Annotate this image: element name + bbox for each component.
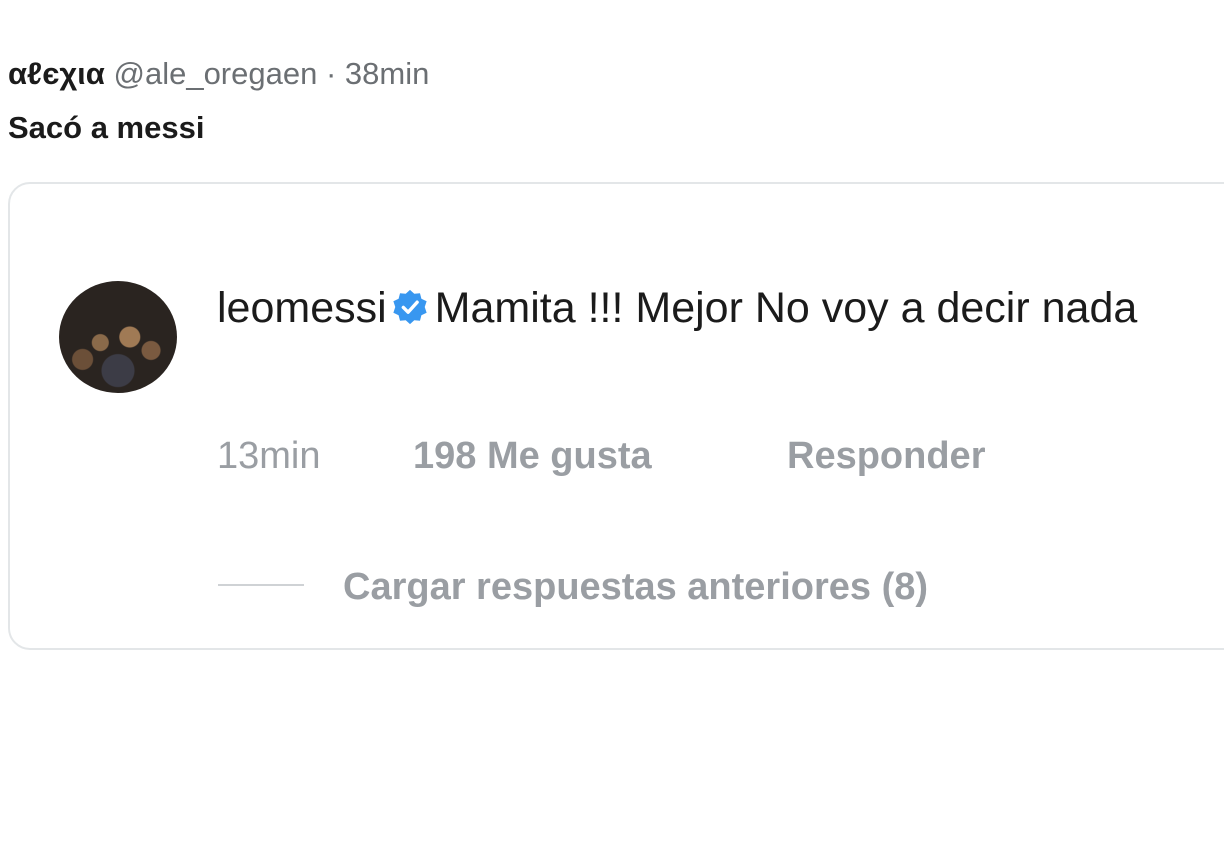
reply-button[interactable]: Responder [787, 432, 985, 480]
tweet-separator: · [325, 56, 337, 91]
quoted-screenshot-card[interactable]: leomessi Mamita !!! Mejor No voy a decir… [8, 182, 1224, 650]
verified-badge-icon [393, 289, 427, 325]
tweet-handle[interactable]: @ale_oregaen [113, 56, 317, 91]
tweet-text: Sacó a messi [8, 110, 205, 145]
comment-body: leomessi Mamita !!! Mejor No voy a decir… [217, 278, 1177, 338]
comment-username[interactable]: leomessi [217, 284, 387, 332]
avatar[interactable] [59, 281, 177, 393]
comment-time: 13min [217, 435, 321, 477]
load-previous-replies-button[interactable]: Cargar respuestas anteriores (8) [343, 563, 928, 611]
comment-likes[interactable]: 198 Me gusta [413, 432, 652, 480]
replies-divider [218, 584, 304, 586]
tweet-display-name[interactable]: αℓєχια [8, 56, 105, 91]
tweet-timestamp[interactable]: 38min [345, 56, 429, 91]
comment-text: Mamita !!! Mejor No voy a decir nada [434, 284, 1138, 332]
tweet-header: αℓєχια @ale_oregaen · 38min [8, 54, 429, 94]
